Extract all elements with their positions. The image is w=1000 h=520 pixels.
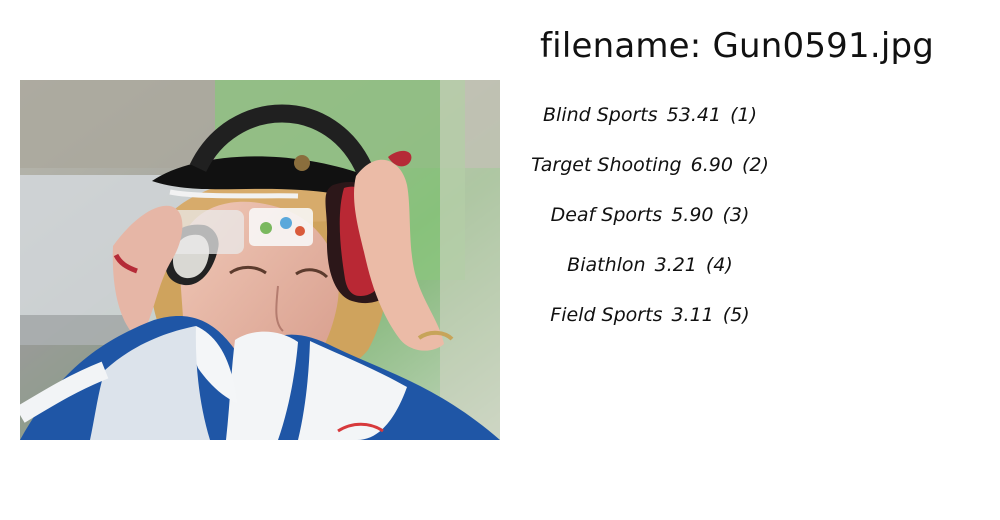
prediction-label: Target Shooting	[531, 154, 682, 176]
prediction-label: Deaf Sports	[550, 204, 663, 226]
prediction-score: 3.21	[654, 254, 697, 276]
prediction-item: Field Sports 3.11 (5)	[500, 298, 800, 348]
prediction-list: Blind Sports 53.41 (1) Target Shooting 6.90…	[500, 98, 800, 348]
prediction-item: Target Shooting 6.90 (2)	[500, 148, 800, 198]
prediction-label: Biathlon	[567, 254, 646, 276]
prediction-score: 53.41	[666, 104, 722, 126]
prediction-item: Blind Sports 53.41 (1)	[500, 98, 800, 148]
prediction-rank: (4)	[705, 254, 733, 276]
filename-title: filename: Gun0591.jpg	[540, 26, 935, 66]
prediction-label: Field Sports	[550, 304, 663, 326]
prediction-rank: (1)	[730, 104, 757, 126]
prediction-item: Deaf Sports 5.90 (3)	[500, 198, 800, 248]
prediction-rank: (2)	[741, 154, 769, 176]
shooter-photo-image	[20, 80, 500, 440]
prediction-item: Biathlon 3.21 (4)	[500, 248, 800, 298]
prediction-rank: (5)	[722, 304, 750, 326]
prediction-score: 6.90	[690, 154, 733, 176]
prediction-score: 5.90	[671, 204, 714, 226]
prediction-label: Blind Sports	[543, 104, 658, 126]
prediction-score: 3.11	[671, 304, 714, 326]
prediction-rank: (3)	[722, 204, 750, 226]
classified-photo	[20, 80, 500, 440]
